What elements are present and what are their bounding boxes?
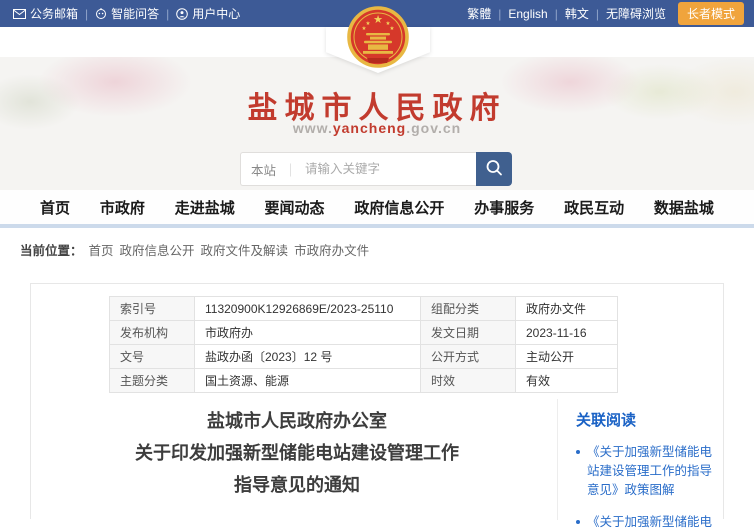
nav-item[interactable]: 政民互动 (564, 197, 624, 218)
meta-label: 主题分类 (109, 368, 195, 393)
table-row: 索引号 11320900K12926869E/2023-25110 组配分类 政… (109, 296, 618, 321)
search-button[interactable] (476, 152, 512, 186)
meta-label: 文号 (109, 344, 195, 369)
document-meta-table: 索引号 11320900K12926869E/2023-25110 组配分类 政… (109, 296, 618, 393)
elder-mode-button[interactable]: 长者模式 (677, 2, 744, 25)
language-link[interactable]: English (508, 7, 547, 21)
document-title-line: 指导意见的通知 (234, 475, 360, 496)
search-input[interactable] (305, 162, 467, 176)
search-box: 本站 ｜ (240, 152, 477, 186)
breadcrumb: 当前位置： 首页 > 政府信息公开 > 政府文件及解读 > (20, 240, 369, 259)
breadcrumb-prefix: 当前位置： (20, 244, 83, 258)
related-reading-sidebar: 关联阅读 《关于加强新型储能电站建设管理工作的指导意见》政策图解 《关于加强新型… (557, 399, 724, 529)
search-divider: ｜ (284, 162, 298, 178)
related-reading-heading: 关联阅读 (576, 412, 637, 429)
nav-item[interactable]: 首页 (40, 197, 70, 218)
national-emblem-icon: ★ ★ ★ ★ ★ (347, 6, 409, 68)
table-row: 发布机构 市政府办 发文日期 2023-11-16 (109, 320, 618, 345)
related-reading-link[interactable]: 《关于加强新型储能电站建设管理工作的指导意见》政策解读 (576, 513, 718, 531)
meta-label: 索引号 (109, 296, 195, 321)
breadcrumb-items: 首页 > 政府信息公开 > 政府文件及解读 > 市政府办文件 > (89, 240, 370, 259)
meta-value: 政府办文件 (515, 296, 618, 321)
user-center-link-label: 用户中心 (192, 7, 241, 21)
table-row: 主题分类 国土资源、能源 时效 有效 (109, 368, 618, 393)
meta-value: 有效 (515, 368, 618, 393)
document-title-line: 盐城市人民政府办公室 (207, 411, 387, 432)
user-center-link[interactable]: 用户中心 (176, 5, 240, 22)
meta-label: 发文日期 (420, 320, 516, 345)
meta-value: 市政府办 (194, 320, 421, 345)
smart-qa-link[interactable]: 智能问答 (95, 5, 159, 22)
svg-text:★: ★ (362, 26, 367, 32)
language-link[interactable]: 无障碍浏览 (606, 5, 666, 22)
svg-text:★: ★ (373, 13, 383, 26)
related-reading-link-label: 《关于加强新型储能电站建设管理工作的指导意见》政策解读 (587, 515, 713, 529)
language-links: 繁體 | English | 韩文 | 无障碍浏览 (467, 5, 666, 22)
svg-text:★: ★ (390, 26, 395, 32)
breadcrumb-link[interactable]: 首页 (89, 240, 114, 259)
mail-link[interactable]: 公务邮箱 (13, 5, 78, 22)
site-url: www.yancheng.gov.cn (292, 120, 462, 136)
topbar-divider: | (554, 6, 558, 21)
language-link[interactable]: 韩文 (565, 5, 589, 22)
magnifier-icon (484, 158, 504, 181)
main-nav: 首页 市政府 走进盐城 要闻动态 政府信息公开 办事服务 政民互动 数据盐城 (0, 190, 754, 228)
meta-value: 2023-11-16 (515, 320, 618, 345)
bullet-icon (576, 450, 580, 454)
breadcrumb-link[interactable]: 市政府办文件 (294, 240, 369, 259)
topbar-left-links: 公务邮箱 | 智能问答 | 用户中心 (13, 5, 240, 22)
topbar-divider: | (498, 6, 502, 21)
topbar-divider: | (166, 6, 170, 21)
smart-qa-link-label: 智能问答 (111, 7, 160, 21)
search-scope-label[interactable]: 本站 (251, 160, 276, 179)
meta-label: 发布机构 (109, 320, 195, 345)
nav-item[interactable]: 办事服务 (474, 197, 534, 218)
nav-item[interactable]: 要闻动态 (265, 197, 325, 218)
breadcrumb-link[interactable]: 政府信息公开 (120, 240, 195, 259)
meta-label: 组配分类 (420, 296, 516, 321)
topbar-divider: | (595, 6, 599, 21)
topbar-divider: | (85, 6, 89, 21)
table-row: 文号 盐政办函〔2023〕12 号 公开方式 主动公开 (109, 344, 618, 369)
topbar-right-links: 繁體 | English | 韩文 | 无障碍浏览 长者模式 (467, 2, 744, 25)
meta-value: 11320900K12926869E/2023-25110 (194, 296, 421, 321)
document-content-panel: 索引号 11320900K12926869E/2023-25110 组配分类 政… (30, 283, 724, 529)
meta-label: 时效 (420, 368, 516, 393)
meta-value: 主动公开 (515, 344, 618, 369)
breadcrumb-link[interactable]: 政府文件及解读 (201, 240, 289, 259)
site-banner: 盐城市人民政府 www.yancheng.gov.cn 本站 ｜ (0, 57, 754, 190)
nav-item[interactable]: 市政府 (100, 197, 145, 218)
nav-item[interactable]: 数据盐城 (654, 197, 714, 218)
meta-value: 盐政办函〔2023〕12 号 (194, 344, 421, 369)
robot-icon (95, 8, 107, 19)
meta-label: 公开方式 (420, 344, 516, 369)
meta-value: 国土资源、能源 (194, 368, 421, 393)
mail-link-label: 公务邮箱 (30, 7, 79, 21)
nav-item[interactable]: 政府信息公开 (354, 197, 444, 218)
related-reading-link[interactable]: 《关于加强新型储能电站建设管理工作的指导意见》政策图解 (576, 443, 718, 500)
related-reading-link-label: 《关于加强新型储能电站建设管理工作的指导意见》政策图解 (587, 445, 713, 497)
user-icon (176, 7, 189, 20)
page: 公务邮箱 | 智能问答 | 用户中心 繁體 | English | 韩文 | 无… (0, 0, 754, 531)
document-title-line: 关于印发加强新型储能电站建设管理工作 (135, 443, 459, 464)
mail-icon (13, 8, 26, 19)
bullet-icon (576, 520, 580, 524)
search-bar: 本站 ｜ (240, 152, 512, 186)
related-reading-list: 《关于加强新型储能电站建设管理工作的指导意见》政策图解 《关于加强新型储能电站建… (576, 443, 718, 531)
document-title: 盐城市人民政府办公室 关于印发加强新型储能电站建设管理工作 指导意见的通知 (51, 406, 543, 502)
nav-item[interactable]: 走进盐城 (175, 197, 235, 218)
language-link[interactable]: 繁體 (467, 5, 491, 22)
